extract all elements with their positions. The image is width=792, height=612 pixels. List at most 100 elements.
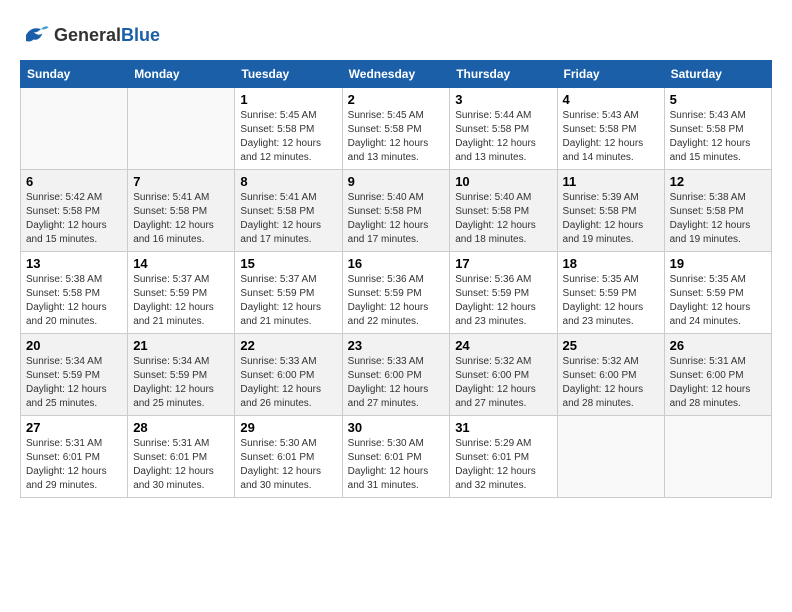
calendar-week-row: 6 Sunrise: 5:42 AMSunset: 5:58 PMDaylight…: [21, 170, 772, 252]
calendar-cell: 13 Sunrise: 5:38 AMSunset: 5:58 PMDayligh…: [21, 252, 128, 334]
calendar-cell: [128, 88, 235, 170]
day-number: 4: [563, 92, 659, 107]
day-info: Sunrise: 5:45 AMSunset: 5:58 PMDaylight:…: [348, 109, 445, 165]
calendar-cell: 21 Sunrise: 5:34 AMSunset: 5:59 PMDayligh…: [128, 334, 235, 416]
calendar-cell: 15 Sunrise: 5:37 AMSunset: 5:59 PMDayligh…: [235, 252, 342, 334]
day-info: Sunrise: 5:37 AMSunset: 5:59 PMDaylight:…: [240, 273, 336, 329]
calendar-cell: [21, 88, 128, 170]
calendar-cell: 8 Sunrise: 5:41 AMSunset: 5:58 PMDaylight…: [235, 170, 342, 252]
calendar-week-row: 13 Sunrise: 5:38 AMSunset: 5:58 PMDayligh…: [21, 252, 772, 334]
day-info: Sunrise: 5:43 AMSunset: 5:58 PMDaylight:…: [670, 109, 766, 165]
calendar-cell: 12 Sunrise: 5:38 AMSunset: 5:58 PMDayligh…: [664, 170, 771, 252]
calendar-cell: 7 Sunrise: 5:41 AMSunset: 5:58 PMDaylight…: [128, 170, 235, 252]
calendar-cell: 10 Sunrise: 5:40 AMSunset: 5:58 PMDayligh…: [450, 170, 557, 252]
day-number: 20: [26, 338, 122, 353]
day-info: Sunrise: 5:40 AMSunset: 5:58 PMDaylight:…: [455, 191, 551, 247]
day-info: Sunrise: 5:44 AMSunset: 5:58 PMDaylight:…: [455, 109, 551, 165]
day-info: Sunrise: 5:41 AMSunset: 5:58 PMDaylight:…: [133, 191, 229, 247]
day-number: 24: [455, 338, 551, 353]
day-number: 18: [563, 256, 659, 271]
day-info: Sunrise: 5:30 AMSunset: 6:01 PMDaylight:…: [348, 437, 445, 493]
calendar-cell: 6 Sunrise: 5:42 AMSunset: 5:58 PMDaylight…: [21, 170, 128, 252]
day-info: Sunrise: 5:41 AMSunset: 5:58 PMDaylight:…: [240, 191, 336, 247]
calendar-cell: 18 Sunrise: 5:35 AMSunset: 5:59 PMDayligh…: [557, 252, 664, 334]
day-number: 2: [348, 92, 445, 107]
weekday-header-friday: Friday: [557, 61, 664, 88]
day-info: Sunrise: 5:38 AMSunset: 5:58 PMDaylight:…: [26, 273, 122, 329]
day-number: 3: [455, 92, 551, 107]
day-info: Sunrise: 5:45 AMSunset: 5:58 PMDaylight:…: [240, 109, 336, 165]
day-info: Sunrise: 5:31 AMSunset: 6:01 PMDaylight:…: [26, 437, 122, 493]
day-number: 6: [26, 174, 122, 189]
day-info: Sunrise: 5:30 AMSunset: 6:01 PMDaylight:…: [240, 437, 336, 493]
day-info: Sunrise: 5:35 AMSunset: 5:59 PMDaylight:…: [563, 273, 659, 329]
calendar-cell: 28Sunrise: 5:31 AMSunset: 6:01 PMDayligh…: [128, 416, 235, 498]
day-info: Sunrise: 5:29 AMSunset: 6:01 PMDaylight:…: [455, 437, 551, 493]
weekday-header-saturday: Saturday: [664, 61, 771, 88]
day-number: 22: [240, 338, 336, 353]
calendar-cell: 29 Sunrise: 5:30 AMSunset: 6:01 PMDayligh…: [235, 416, 342, 498]
day-info: Sunrise: 5:36 AMSunset: 5:59 PMDaylight:…: [455, 273, 551, 329]
calendar-cell: 2 Sunrise: 5:45 AMSunset: 5:58 PMDaylight…: [342, 88, 450, 170]
day-number: 12: [670, 174, 766, 189]
day-number: 10: [455, 174, 551, 189]
logo: GeneralBlue: [20, 20, 160, 50]
day-number: 7: [133, 174, 229, 189]
day-info: Sunrise: 5:38 AMSunset: 5:58 PMDaylight:…: [670, 191, 766, 247]
weekday-header-sunday: Sunday: [21, 61, 128, 88]
calendar-week-row: 27Sunrise: 5:31 AMSunset: 6:01 PMDayligh…: [21, 416, 772, 498]
day-number: 5: [670, 92, 766, 107]
calendar-cell: 26 Sunrise: 5:31 AMSunset: 6:00 PMDayligh…: [664, 334, 771, 416]
day-info: Sunrise: 5:35 AMSunset: 5:59 PMDaylight:…: [670, 273, 766, 329]
calendar-cell: 16 Sunrise: 5:36 AMSunset: 5:59 PMDayligh…: [342, 252, 450, 334]
calendar-cell: 17 Sunrise: 5:36 AMSunset: 5:59 PMDayligh…: [450, 252, 557, 334]
day-info: Sunrise: 5:36 AMSunset: 5:59 PMDaylight:…: [348, 273, 445, 329]
day-number: 9: [348, 174, 445, 189]
day-number: 29: [240, 420, 336, 435]
calendar-cell: 1 Sunrise: 5:45 AMSunset: 5:58 PMDaylight…: [235, 88, 342, 170]
day-number: 26: [670, 338, 766, 353]
day-number: 21: [133, 338, 229, 353]
calendar-week-row: 1 Sunrise: 5:45 AMSunset: 5:58 PMDaylight…: [21, 88, 772, 170]
calendar-cell: 5 Sunrise: 5:43 AMSunset: 5:58 PMDaylight…: [664, 88, 771, 170]
calendar-cell: 22Sunrise: 5:33 AMSunset: 6:00 PMDayligh…: [235, 334, 342, 416]
calendar-cell: 3 Sunrise: 5:44 AMSunset: 5:58 PMDaylight…: [450, 88, 557, 170]
day-number: 11: [563, 174, 659, 189]
day-number: 13: [26, 256, 122, 271]
day-number: 25: [563, 338, 659, 353]
calendar-cell: [664, 416, 771, 498]
day-info: Sunrise: 5:31 AMSunset: 6:01 PMDaylight:…: [133, 437, 229, 493]
day-info: Sunrise: 5:43 AMSunset: 5:58 PMDaylight:…: [563, 109, 659, 165]
calendar-cell: 27Sunrise: 5:31 AMSunset: 6:01 PMDayligh…: [21, 416, 128, 498]
day-number: 17: [455, 256, 551, 271]
day-info: Sunrise: 5:37 AMSunset: 5:59 PMDaylight:…: [133, 273, 229, 329]
weekday-header-wednesday: Wednesday: [342, 61, 450, 88]
day-number: 8: [240, 174, 336, 189]
calendar-cell: 14 Sunrise: 5:37 AMSunset: 5:59 PMDayligh…: [128, 252, 235, 334]
day-info: Sunrise: 5:39 AMSunset: 5:58 PMDaylight:…: [563, 191, 659, 247]
day-info: Sunrise: 5:33 AMSunset: 6:00 PMDaylight:…: [348, 355, 445, 411]
day-info: Sunrise: 5:32 AMSunset: 6:00 PMDaylight:…: [455, 355, 551, 411]
calendar-cell: 4 Sunrise: 5:43 AMSunset: 5:58 PMDaylight…: [557, 88, 664, 170]
calendar-week-row: 20 Sunrise: 5:34 AMSunset: 5:59 PMDayligh…: [21, 334, 772, 416]
day-number: 16: [348, 256, 445, 271]
day-number: 31: [455, 420, 551, 435]
calendar-cell: [557, 416, 664, 498]
day-info: Sunrise: 5:34 AMSunset: 5:59 PMDaylight:…: [133, 355, 229, 411]
calendar-cell: 19Sunrise: 5:35 AMSunset: 5:59 PMDayligh…: [664, 252, 771, 334]
day-number: 14: [133, 256, 229, 271]
calendar-cell: 9Sunrise: 5:40 AMSunset: 5:58 PMDaylight…: [342, 170, 450, 252]
day-info: Sunrise: 5:34 AMSunset: 5:59 PMDaylight:…: [26, 355, 122, 411]
calendar-header-row: SundayMondayTuesdayWednesdayThursdayFrid…: [21, 61, 772, 88]
weekday-header-thursday: Thursday: [450, 61, 557, 88]
calendar-cell: 25Sunrise: 5:32 AMSunset: 6:00 PMDayligh…: [557, 334, 664, 416]
day-info: Sunrise: 5:42 AMSunset: 5:58 PMDaylight:…: [26, 191, 122, 247]
day-number: 15: [240, 256, 336, 271]
page-header: GeneralBlue: [20, 20, 772, 50]
day-number: 23: [348, 338, 445, 353]
day-info: Sunrise: 5:31 AMSunset: 6:00 PMDaylight:…: [670, 355, 766, 411]
day-number: 30: [348, 420, 445, 435]
calendar-cell: 31 Sunrise: 5:29 AMSunset: 6:01 PMDayligh…: [450, 416, 557, 498]
weekday-header-monday: Monday: [128, 61, 235, 88]
day-number: 1: [240, 92, 336, 107]
